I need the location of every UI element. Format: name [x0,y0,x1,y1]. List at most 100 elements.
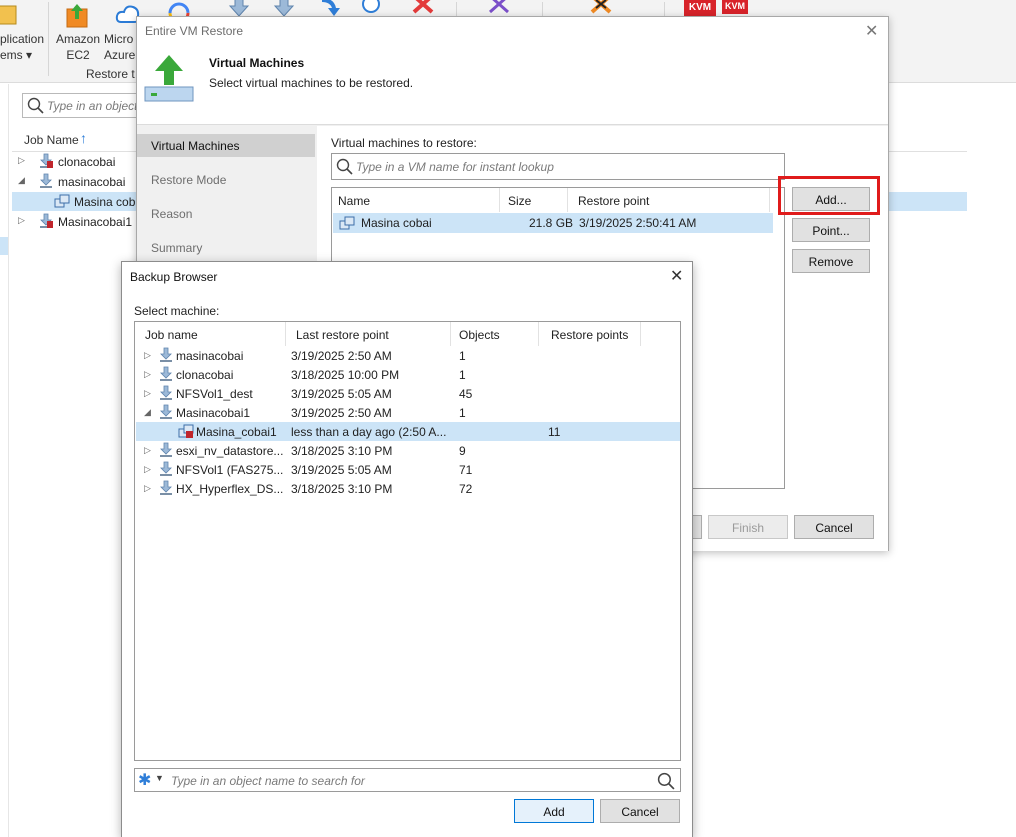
cancel-button[interactable]: Cancel [600,799,680,823]
search-icon[interactable] [657,772,675,790]
row-job-name: HX_Hyperflex_DS... [176,482,284,496]
column-objects[interactable]: Objects [451,322,539,346]
expand-icon[interactable]: ▷ [144,445,151,456]
row-objects: 45 [459,387,473,401]
add-button[interactable]: Add [514,799,594,823]
step-summary[interactable]: Summary [137,236,315,259]
expand-icon[interactable]: ▷ [18,155,25,166]
column-restore-points[interactable]: Restore points [539,322,641,346]
backup-browser-dialog: Backup Browser ✕ Select machine: Job nam… [121,261,693,837]
chevron-down-icon[interactable]: ▼ [155,773,164,783]
column-job-name[interactable]: Job Name [24,133,79,147]
finish-button[interactable]: Finish [708,515,788,539]
row-job-name: clonacobai [176,368,234,382]
job-row-clonacobai[interactable]: ▷ clonacobai [12,152,142,172]
point-button[interactable]: Point... [792,218,870,242]
vm-row[interactable]: Masina cobai 21.8 GB 3/19/2025 2:50:41 A… [333,213,773,233]
column-job-name[interactable]: Job name [135,322,286,346]
row-objects: 1 [459,349,466,363]
machine-row[interactable]: Masina_cobai1 less than a day ago (2:50 A… [136,422,680,441]
row-last-restore-point: 3/19/2025 5:05 AM [291,387,392,401]
ribbon-amazon-line1[interactable]: Amazon [54,32,102,46]
expand-icon[interactable]: ▷ [144,369,151,380]
row-last-restore-point: less than a day ago (2:50 A... [291,425,447,439]
job-label: masinacobai [58,175,126,189]
restore-wizard-icon [144,55,194,102]
row-job-name: esxi_nv_datastore... [176,444,284,458]
sort-ascending-icon: ↑ [80,130,87,146]
ribbon-azure-line2[interactable]: Azure [104,48,140,62]
search-scope-icon[interactable]: ✱ [138,770,151,790]
job-row[interactable]: ▷ esxi_nv_datastore... 3/18/2025 3:10 PM 9 [136,441,680,460]
ribbon-application-items-line1[interactable]: plication [0,32,44,46]
row-objects: 71 [459,463,473,477]
column-size[interactable]: Size [500,188,568,212]
job-row[interactable]: ▷ clonacobai 3/18/2025 10:00 PM 1 [136,365,680,384]
dialog-titlebar[interactable] [137,17,888,47]
column-name[interactable]: Name [332,188,500,212]
column-last-restore-point[interactable]: Last restore point [286,322,451,346]
column-restore-point[interactable]: Restore point [568,188,770,212]
job-row[interactable]: ▷ masinacobai 3/19/2025 2:50 AM 1 [136,346,680,365]
navigation-pane-divider [8,84,9,837]
kvm-badge-icon[interactable]: KVM [684,0,716,16]
vm-lookup-placeholder: Type in a VM name for instant lookup [356,160,554,174]
vm-lookup-input[interactable]: Type in a VM name for instant lookup [331,153,785,180]
vm-label: Masina cob [74,195,136,209]
step-title: Virtual Machines [209,56,305,70]
amazon-ec2-icon[interactable] [64,3,90,29]
row-last-restore-point: 3/18/2025 3:10 PM [291,482,393,496]
step-virtual-machines[interactable]: Virtual Machines [137,134,315,157]
object-search-placeholder: Type in an object [47,99,138,113]
step-description: Select virtual machines to be restored. [209,76,414,90]
vm-name: Masina cobai [361,216,432,230]
expand-icon[interactable]: ▷ [144,350,151,361]
virtual-machine-icon [178,423,194,439]
job-row-masinacobai1[interactable]: ▷ Masinacobai1 [12,212,142,232]
object-search-input[interactable]: Type in an object [22,93,140,118]
vm-size: 21.8 GB [529,216,574,230]
backup-job-icon [158,442,174,458]
machine-tree[interactable]: Job name Last restore point Objects Rest… [134,321,681,761]
ribbon-application-items-line2[interactable]: ems ▾ [0,48,42,62]
dialog-title: Backup Browser [130,270,218,284]
ribbon-amazon-line2[interactable]: EC2 [54,48,102,62]
expand-icon[interactable]: ▷ [144,483,151,494]
collapse-icon[interactable]: ◢ [144,407,151,418]
vms-to-restore-label: Virtual machines to restore: [331,136,477,150]
job-row[interactable]: ▷ NFSVol1 (FAS275... 3/19/2025 5:05 AM 71 [136,460,680,479]
expand-icon[interactable]: ▷ [144,464,151,475]
backup-job-icon [158,366,174,382]
expand-icon[interactable]: ▷ [144,388,151,399]
row-objects: 9 [459,444,466,458]
expand-icon[interactable]: ▷ [18,215,25,226]
job-row[interactable]: ▷ NFSVol1_dest 3/19/2025 5:05 AM 45 [136,384,680,403]
close-icon[interactable]: ✕ [670,266,683,286]
job-row-masinacobai[interactable]: ◢ masinacobai [12,172,142,192]
step-restore-mode[interactable]: Restore Mode [137,168,315,191]
row-job-name: masinacobai [176,349,244,363]
job-row[interactable]: ▷ HX_Hyperflex_DS... 3/18/2025 3:10 PM 72 [136,479,680,498]
backup-job-icon [40,213,53,228]
job-row[interactable]: ◢ Masinacobai1 3/19/2025 2:50 AM 1 [136,403,680,422]
remove-button[interactable]: Remove [792,249,870,273]
ribbon-azure-line1[interactable]: Micro [104,32,140,46]
backup-job-icon [158,461,174,477]
row-job-name: Masinacobai1 [176,406,251,420]
row-objects: 1 [459,368,466,382]
step-reason[interactable]: Reason [137,202,315,225]
object-search-input[interactable]: ✱ ▼ Type in an object name to search for [134,768,681,792]
vm-row-masina-cobai[interactable]: Masina cob [12,192,142,212]
navigation-selected-strip [0,237,8,255]
row-restore-points: 11 [548,425,561,439]
search-icon [27,97,44,114]
collapse-icon[interactable]: ◢ [18,175,25,186]
kvm-badge-icon-2[interactable]: KVM [722,0,748,14]
row-last-restore-point: 3/19/2025 2:50 AM [291,406,392,420]
row-objects: 1 [459,406,466,420]
cancel-button[interactable]: Cancel [794,515,874,539]
row-last-restore-point: 3/18/2025 10:00 PM [291,368,400,382]
close-icon[interactable]: ✕ [865,21,878,41]
backup-job-icon [40,173,52,188]
application-items-icon[interactable] [0,2,18,28]
